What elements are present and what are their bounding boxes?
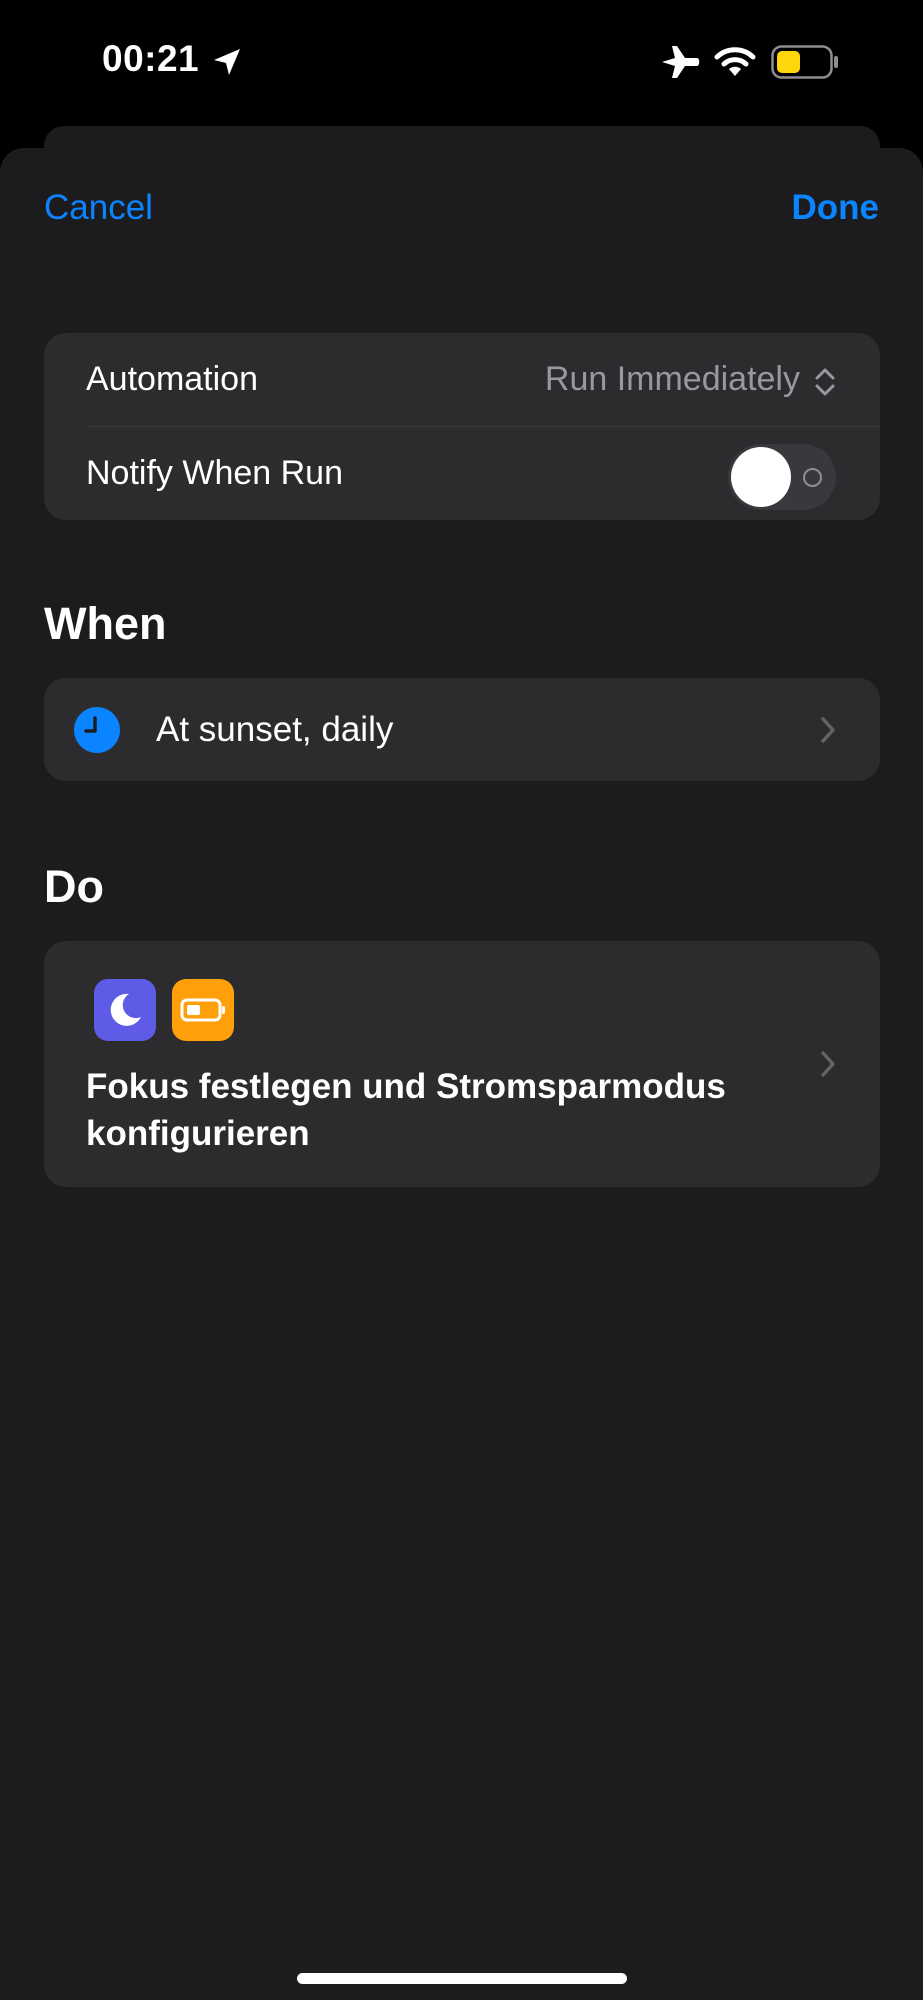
toggle-off-indicator-icon	[803, 468, 822, 487]
done-button[interactable]: Done	[792, 188, 880, 228]
automation-settings-card: Automation Run Immediately Notify When R…	[44, 333, 880, 520]
notify-when-run-label: Notify When Run	[86, 454, 343, 492]
battery-icon	[771, 45, 838, 79]
automation-value-picker[interactable]: Run Immediately	[545, 360, 800, 399]
when-section-title: When	[44, 598, 167, 649]
chevron-right-icon	[821, 1051, 835, 1077]
status-time: 00:21	[102, 38, 200, 79]
do-action-row[interactable]: Fokus festlegen und Stromsparmodus konfi…	[44, 941, 880, 1187]
row-divider	[86, 426, 880, 427]
focus-moon-icon	[94, 979, 156, 1041]
airplane-mode-icon	[662, 46, 700, 78]
status-bar: 00:21	[0, 0, 923, 130]
when-trigger-row[interactable]: At sunset, daily	[44, 678, 880, 781]
trigger-label: At sunset, daily	[156, 710, 394, 749]
notify-when-run-toggle[interactable]	[728, 444, 836, 510]
clock-icon	[74, 707, 120, 753]
action-description: Fokus festlegen und Stromsparmodus konfi…	[86, 1067, 726, 1153]
wifi-icon	[714, 47, 756, 76]
location-arrow-icon	[214, 49, 240, 75]
automation-label: Automation	[86, 360, 258, 398]
do-section-title: Do	[44, 861, 104, 912]
toggle-knob	[731, 447, 791, 507]
low-power-battery-icon	[172, 979, 234, 1041]
home-indicator[interactable]	[297, 1973, 627, 1984]
chevron-up-down-icon[interactable]	[814, 366, 836, 398]
automation-sheet: Cancel Done Automation Run Immediately N…	[0, 148, 923, 2000]
chevron-right-icon	[821, 717, 835, 743]
cancel-button[interactable]: Cancel	[44, 188, 153, 228]
